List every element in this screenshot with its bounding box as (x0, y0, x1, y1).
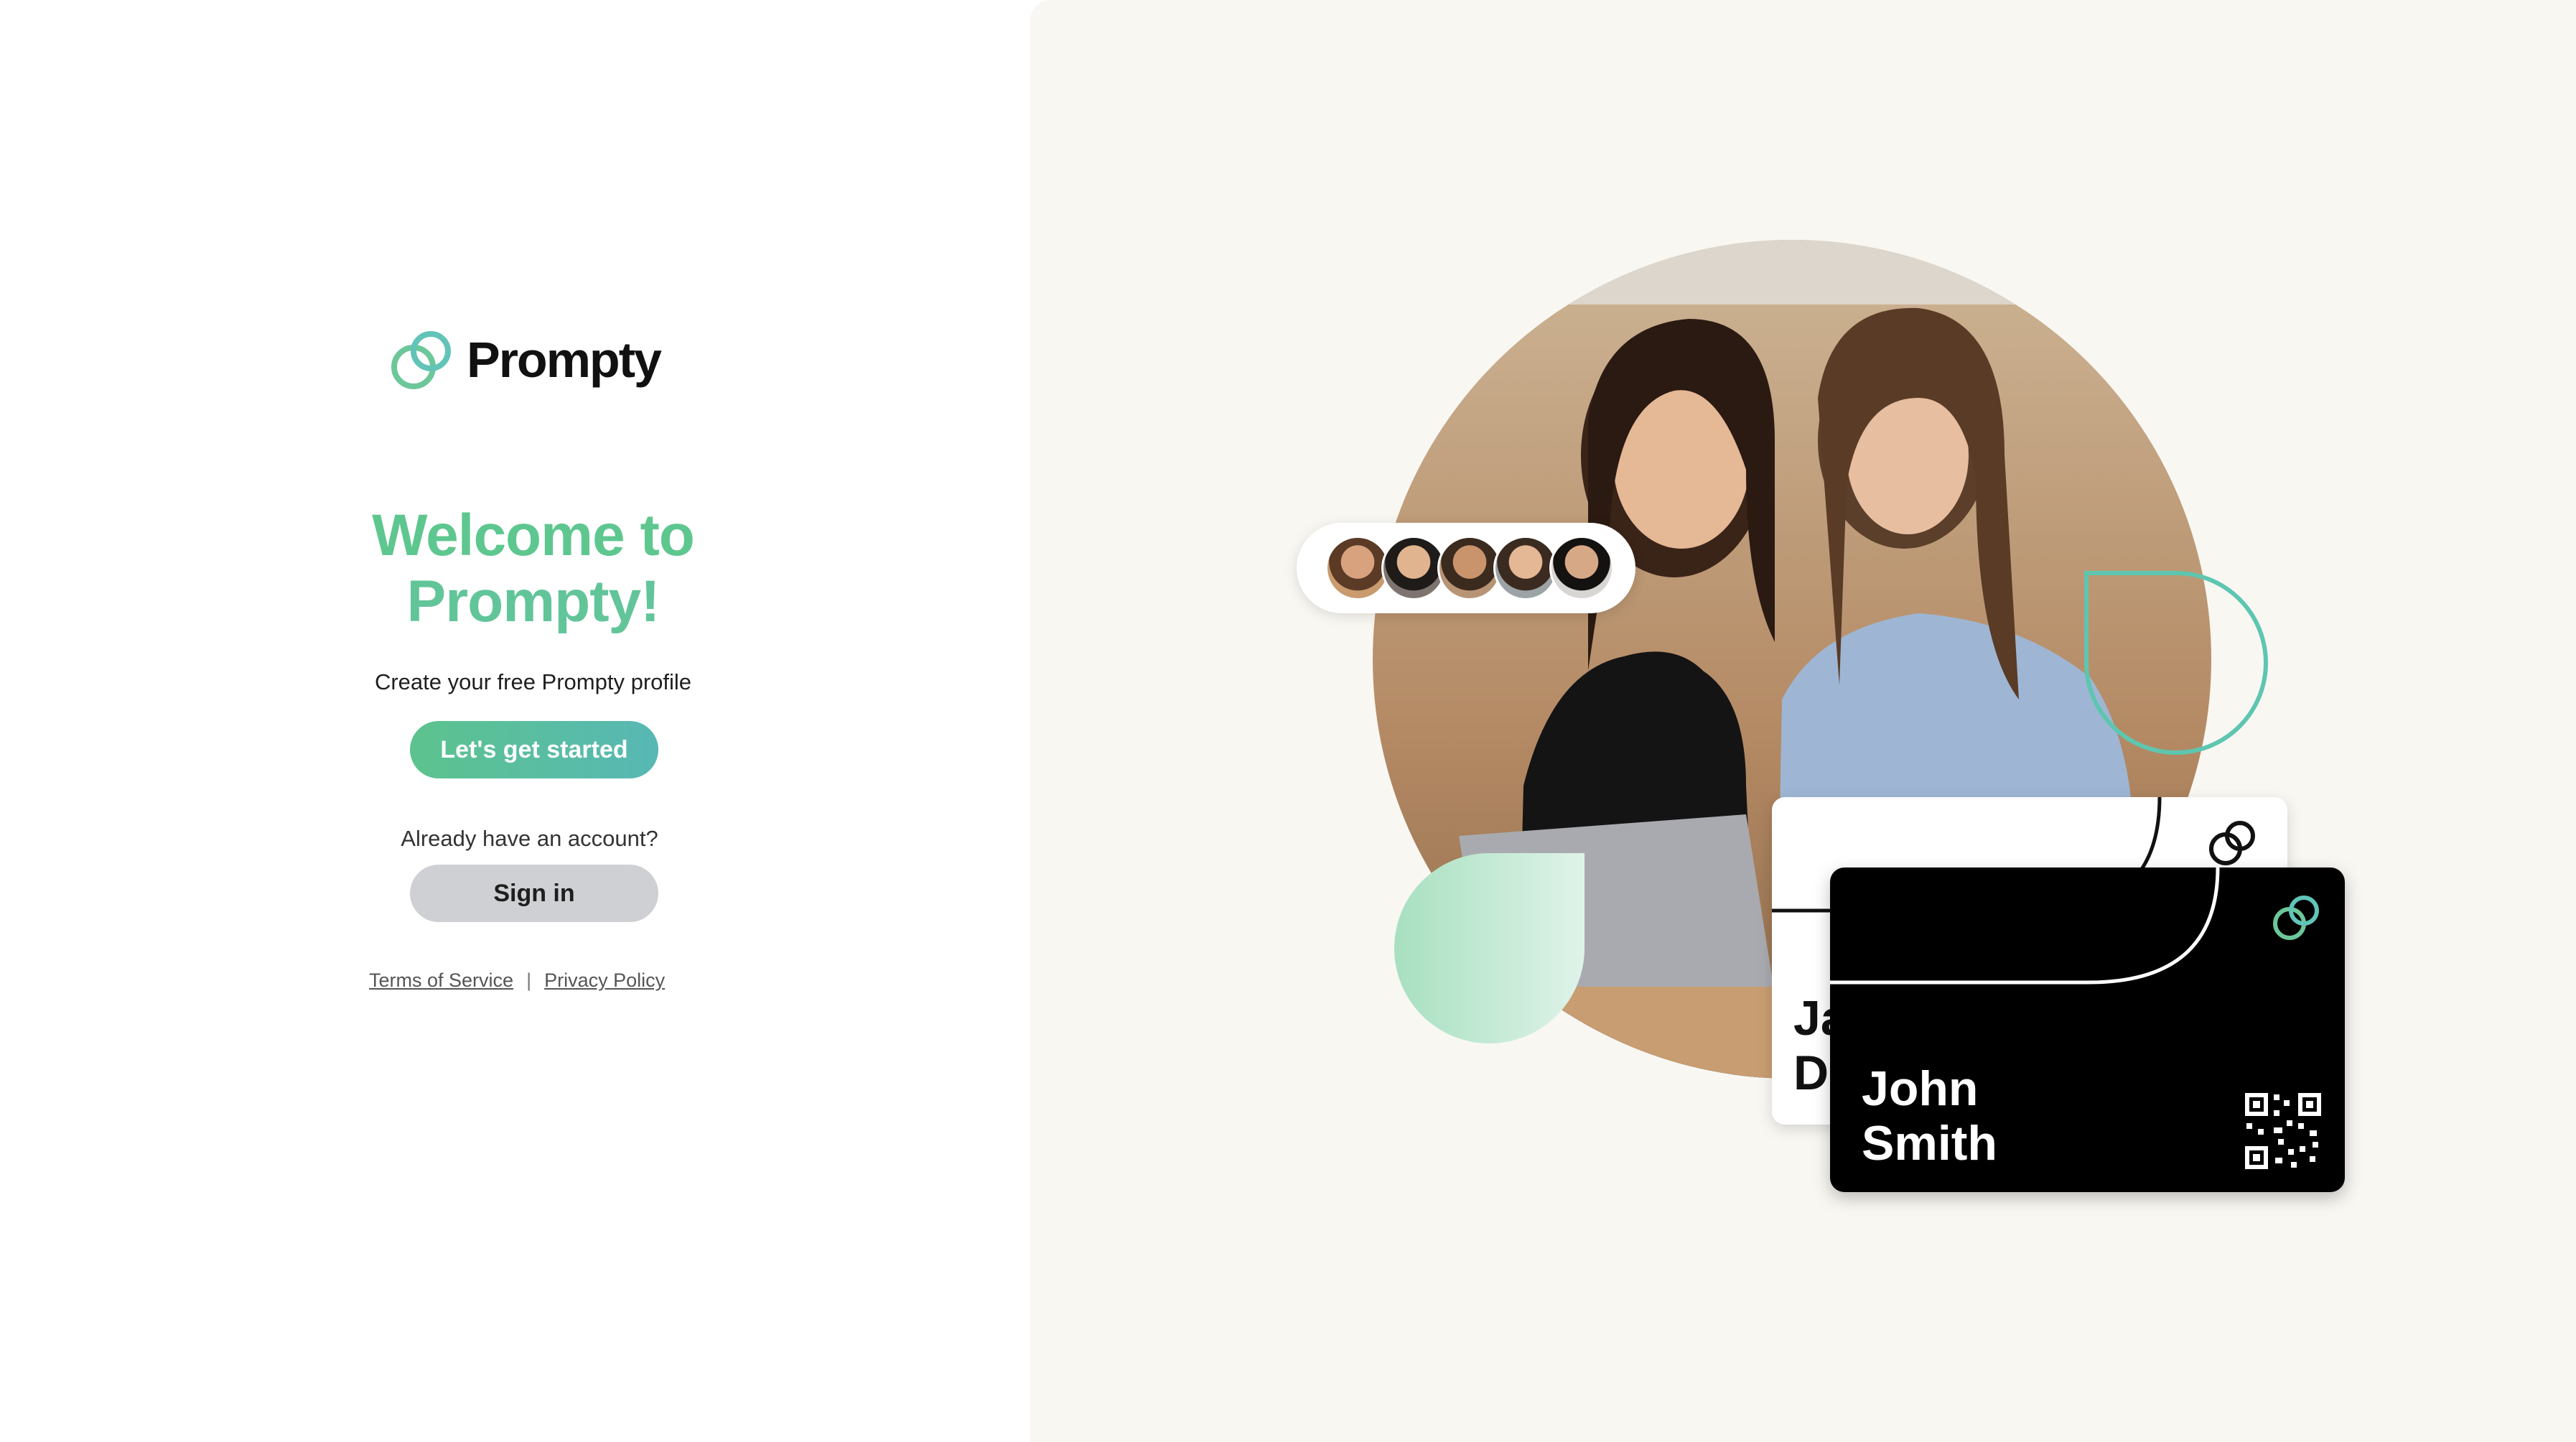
prompty-logo-icon (2209, 821, 2255, 865)
sign-in-button[interactable]: Sign in (410, 865, 658, 922)
decorative-ring (2083, 570, 2268, 755)
welcome-title-line1: Welcome to (372, 503, 695, 568)
qr-code-icon (2244, 1092, 2323, 1171)
prompty-logo-icon (2273, 896, 2319, 940)
welcome-title-line2: Prompty! (406, 569, 661, 634)
prompty-logo-icon (391, 331, 451, 389)
brand-name: Prompty (467, 332, 662, 388)
welcome-subtitle: Create your free Prompty profile (374, 669, 692, 694)
avatar (1437, 536, 1502, 600)
welcome-title: Welcome to Prompty! (330, 503, 736, 635)
brand-logo[interactable]: Prompty (388, 327, 662, 393)
get-started-button[interactable]: Let's get started (410, 721, 658, 778)
avatar (1549, 536, 1614, 600)
terms-of-service-link[interactable]: Terms of Service (369, 969, 513, 992)
privacy-policy-link[interactable]: Privacy Policy (544, 969, 665, 992)
avatar-group (1297, 523, 1635, 613)
decorative-leaf-shape (1394, 853, 1585, 1043)
avatar (1325, 536, 1390, 600)
avatar (1493, 536, 1558, 600)
card-front-name: John Smith (1862, 1061, 1997, 1171)
link-separator: | (526, 969, 532, 991)
auth-panel: Prompty Welcome to Prompty! Create your … (0, 0, 1030, 1442)
footer-links: Terms of Service | Privacy Policy (369, 969, 665, 992)
business-card-front: John Smith (1830, 867, 2345, 1192)
already-have-account-text: Already have an account? (401, 826, 658, 851)
avatar (1381, 536, 1446, 600)
